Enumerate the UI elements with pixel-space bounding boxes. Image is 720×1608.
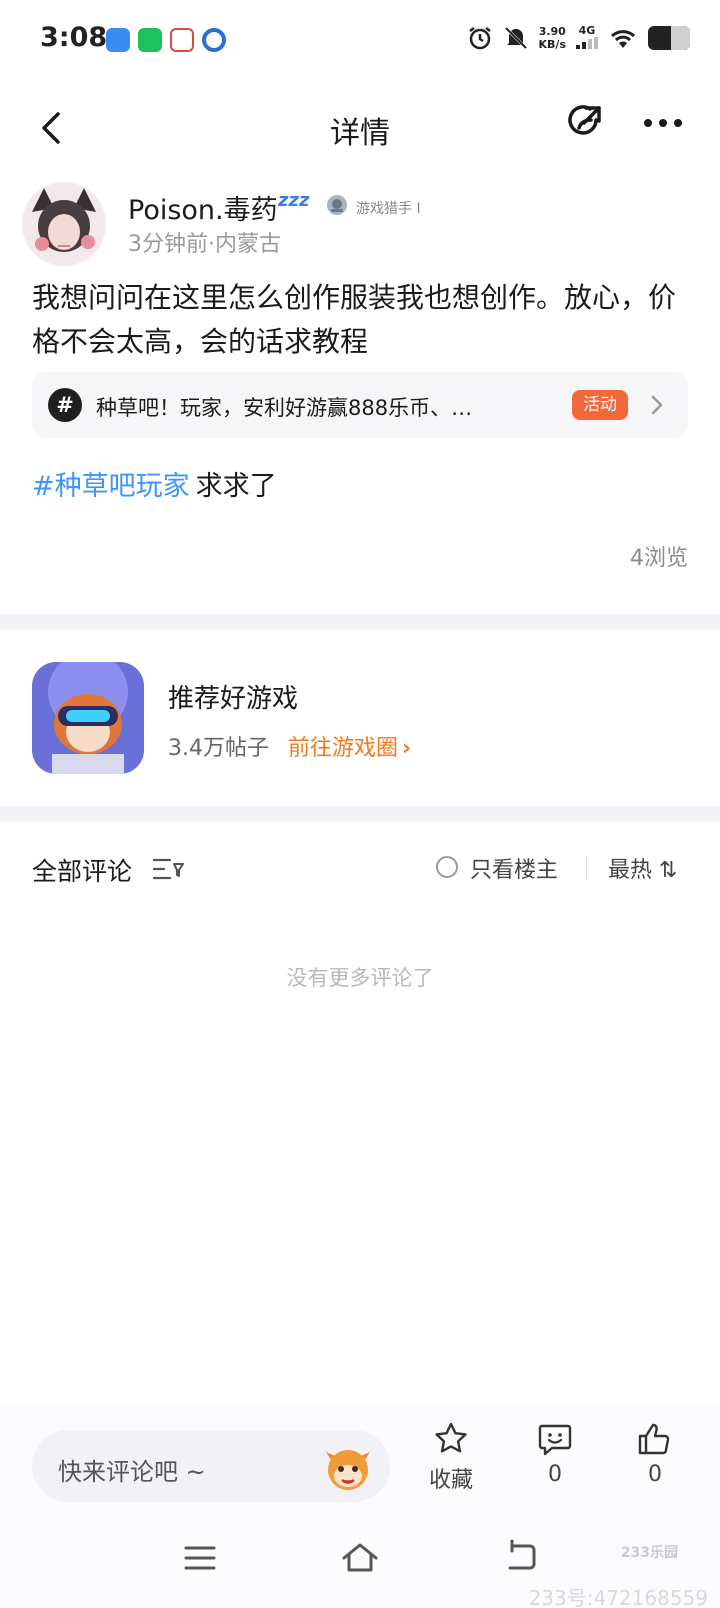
badge-label: 游戏猎手 I [356,201,421,217]
status-indicators: 3.90 KB/s 4G [467,24,690,52]
view-count: 4浏览 [630,546,688,571]
wechat-icon [138,28,162,52]
network-type: 4G [576,24,598,52]
game-circle-name: 推荐好游戏 [168,684,299,714]
comment-count: 0 [548,1462,562,1487]
chevron-right-icon [651,395,663,415]
home-icon[interactable] [340,1538,380,1578]
go-to-game-circle-link[interactable]: 前往游戏圈 › [288,730,411,762]
post-time-location: 3分钟前·内蒙古 [128,232,281,257]
bottom-action-bar: 快来评论吧 ~ 收藏 0 0 [0,1402,720,1502]
activity-tag: 活动 [572,390,628,420]
topic-activity-card[interactable]: # 种草吧！玩家，安利好游赢888乐币、… 活动 [32,372,688,438]
section-divider [0,806,720,822]
topic-text: 种草吧！玩家，安利好游赢888乐币、… [96,396,473,420]
net-speed-value: 3.90 [538,25,566,38]
game-circle-icon[interactable] [32,662,144,774]
only-op-radio[interactable] [436,856,458,878]
net-speed: 3.90 KB/s [539,25,566,51]
sleep-zzz-emoji: zzz [278,190,310,211]
hashtag-trailing-text: 求求了 [195,471,277,502]
star-icon [435,1422,467,1453]
go-to-game-circle-label: 前往游戏圈 [288,736,399,761]
alarm-icon [468,27,491,50]
comments-title: 全部评论 [32,857,133,886]
only-op-label[interactable]: 只看楼主 [470,852,558,884]
hashtag-line: #种草吧玩家 求求了 [32,464,277,503]
menu-icon[interactable] [180,1538,220,1578]
section-divider [0,614,720,630]
top-nav-bar: 详情 [0,84,720,174]
signal-icon [576,37,598,49]
status-time: 3:08 [40,22,108,53]
username[interactable]: Poison.毒药 [128,188,278,227]
comment-placeholder: 快来评论吧 ~ [58,1458,206,1486]
post-card: Poison.毒药 zzz 游戏猎手 I 3分钟前·内蒙古 我想问问在这里怎么创… [0,174,720,614]
like-count: 0 [648,1462,662,1487]
status-app-icons [106,28,226,52]
hash-icon: # [48,388,82,422]
avatar[interactable] [22,182,106,266]
comment-smile-icon [538,1424,572,1456]
blue-app-icon [106,28,130,52]
watermark-brand: 233乐园 [620,1545,678,1561]
filter-icon[interactable] [152,854,186,884]
net-speed-unit: KB/s [538,38,566,51]
sort-hot-button[interactable]: 最热 ⇅ [608,852,677,884]
status-bar: 3:08 3.90 KB/s 4G [0,0,720,84]
post-content: 我想问问在这里怎么创作服装我也想创作。放心，价格不会太高，会的话求教程 [32,281,677,358]
no-more-comments: 没有更多评论了 [286,966,434,990]
watermark-id: 233号:472168559 [528,1586,708,1608]
chevron-right-icon: › [402,736,412,761]
page-title: 详情 [330,116,390,151]
comment-input[interactable]: 快来评论吧 ~ [32,1430,390,1502]
game-circle-card[interactable]: 推荐好游戏 3.4万帖子 前往游戏圈 › [0,630,720,806]
favorite-button[interactable]: 收藏 [416,1420,486,1494]
more-dots-icon[interactable] [640,100,686,146]
calendar-app-icon [170,28,194,52]
back-icon[interactable] [500,1538,540,1578]
like-button[interactable]: 0 [620,1420,690,1487]
battery-icon [648,26,690,50]
network-label: 4G [578,24,596,37]
game-hunter-badge-icon [327,195,347,215]
mute-bell-icon [504,26,527,50]
comments-section: 全部评论 只看楼主 最热 ⇅ 没有更多评论了 [0,822,720,1402]
mascot-emoji-icon[interactable] [320,1438,376,1494]
comment-button[interactable]: 0 [520,1420,590,1487]
system-nav-bar: 233乐园 233号:472168559 [0,1502,720,1608]
share-icon[interactable] [562,100,608,146]
divider [586,858,587,880]
hashtag-link[interactable]: #种草吧玩家 [32,471,190,502]
blue-circle-app-icon [202,28,226,52]
favorite-label: 收藏 [428,1468,473,1493]
game-circle-post-count: 3.4万帖子 [168,736,269,761]
wifi-icon [610,30,636,48]
thumbs-up-icon [638,1423,670,1455]
